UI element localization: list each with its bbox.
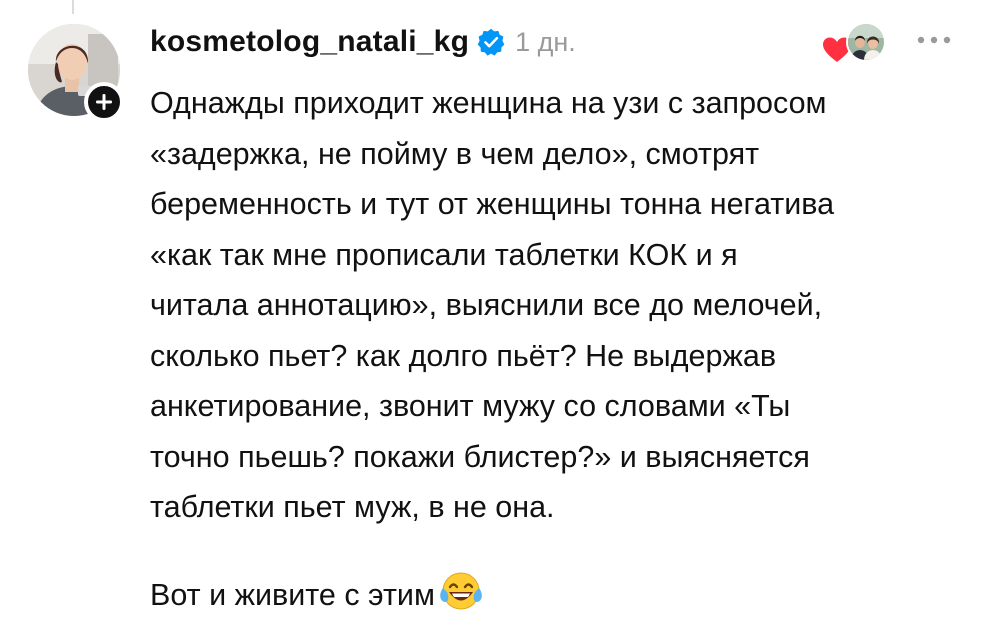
comment-header: kosmetolog_natali_kg 1 дн. — [150, 22, 576, 62]
comment-closing-text: Вот и живите с этим — [150, 578, 435, 612]
follow-button[interactable] — [84, 82, 124, 122]
verified-badge-icon — [477, 28, 505, 56]
comment-paragraph-closing: Вот и живите с этим — [150, 570, 970, 620]
thread-line — [72, 0, 74, 14]
timestamp: 1 дн. — [515, 27, 576, 58]
face-with-tears-of-joy-icon — [439, 571, 483, 613]
plus-icon — [95, 93, 113, 111]
more-options-button[interactable] — [914, 28, 954, 52]
liked-by-author[interactable] — [822, 22, 888, 66]
reactor-avatar — [846, 22, 886, 62]
comment-body: Однажды приходит женщина на узи с запрос… — [150, 78, 970, 620]
more-horizontal-icon — [917, 36, 951, 44]
comment-paragraph: Однажды приходит женщина на узи с запрос… — [150, 78, 970, 533]
username[interactable]: kosmetolog_natali_kg — [150, 25, 469, 59]
